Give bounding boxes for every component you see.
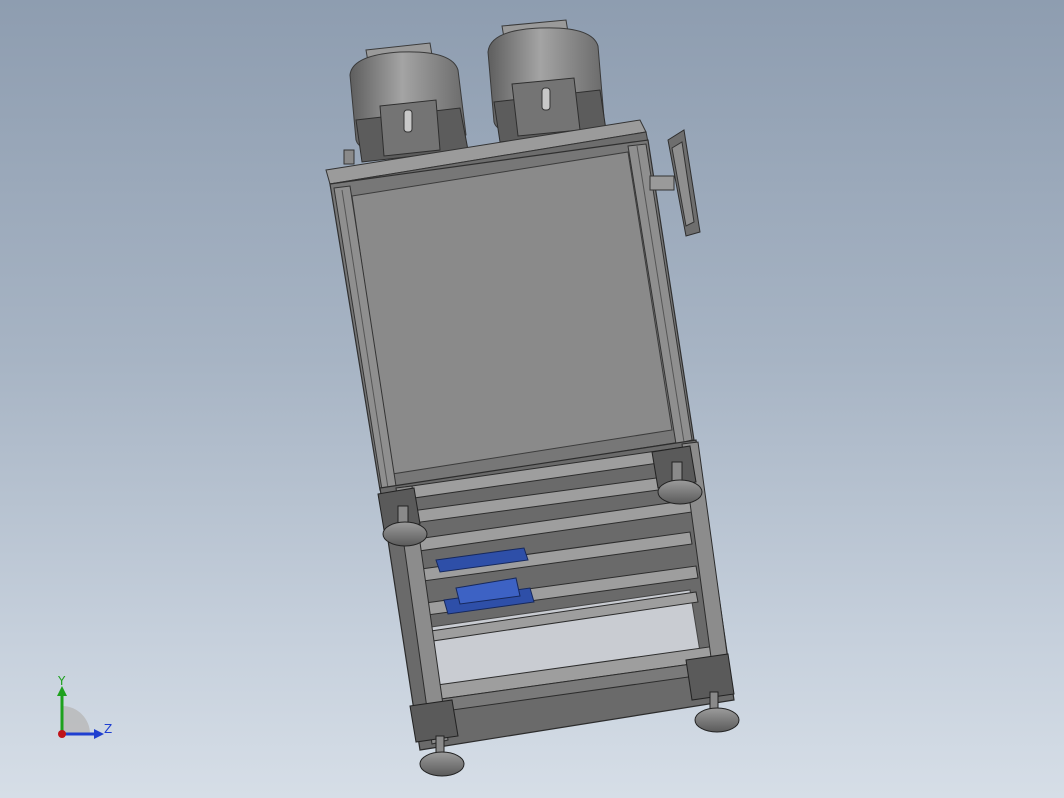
triad-plane xyxy=(62,706,90,734)
graphics-viewport[interactable]: Y Z xyxy=(0,0,1064,798)
x-axis-dot xyxy=(58,730,66,738)
standoff-post xyxy=(343,149,355,165)
foot-right[interactable] xyxy=(685,653,740,733)
motor-left[interactable] xyxy=(349,42,469,163)
z-axis-label: Z xyxy=(104,722,112,736)
coordinate-triad: Y Z xyxy=(40,672,130,752)
machine-assembly[interactable] xyxy=(325,19,740,777)
y-axis-label: Y xyxy=(57,674,66,688)
motor-right[interactable] xyxy=(487,19,607,143)
upper-panel[interactable] xyxy=(351,151,673,475)
model-view[interactable] xyxy=(0,0,1064,798)
